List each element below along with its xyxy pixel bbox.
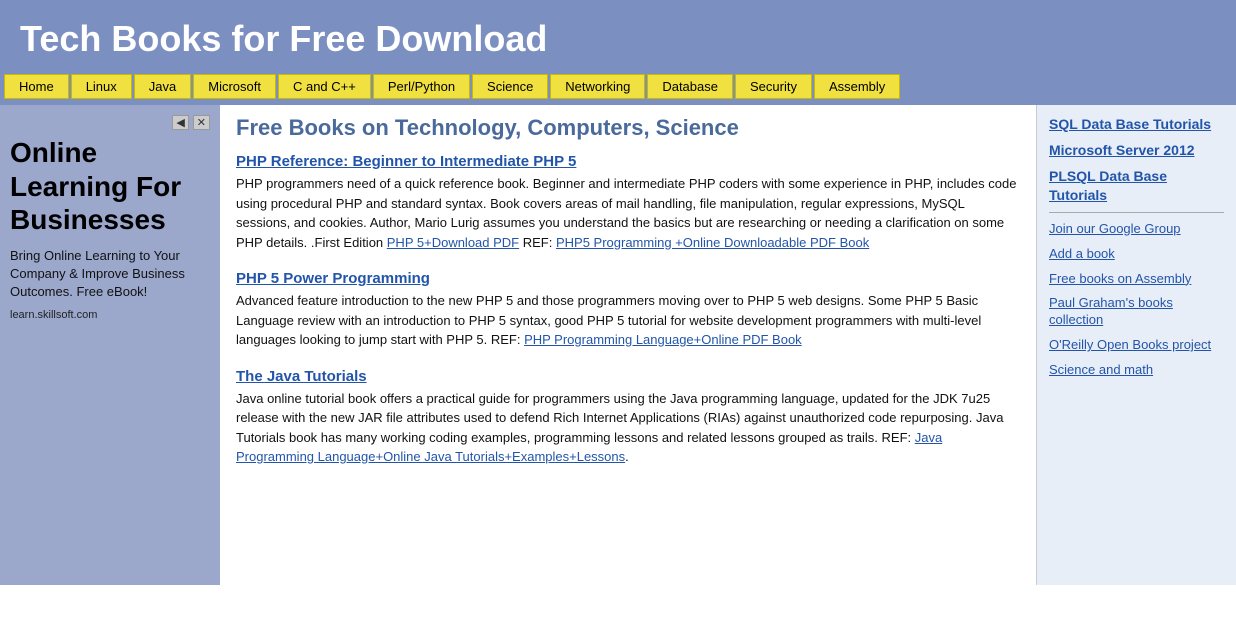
header: Tech Books for Free Download xyxy=(0,0,1236,74)
nav-item-perl-python[interactable]: Perl/Python xyxy=(373,74,470,99)
nav-item-security[interactable]: Security xyxy=(735,74,812,99)
right-sidebar-plain-link-1[interactable]: Add a book xyxy=(1049,246,1224,263)
ad-close-icon[interactable]: ✕ xyxy=(193,115,210,130)
book-link-0-1[interactable]: PHP5 Programming +Online Downloadable PD… xyxy=(556,235,869,250)
ad-prev-icon[interactable]: ◀ xyxy=(172,115,188,130)
book-title-link-1[interactable]: PHP 5 Power Programming xyxy=(236,270,430,287)
book-link-0-0[interactable]: PHP 5+Download PDF xyxy=(387,235,519,250)
sidebar-divider xyxy=(1049,212,1224,213)
book-link-1-0[interactable]: PHP Programming Language+Online PDF Book xyxy=(524,332,802,347)
book-description-2: Java online tutorial book offers a pract… xyxy=(236,389,1020,467)
ad-footer: learn.skillsoft.com xyxy=(10,309,210,321)
book-entry-2: The Java Tutorials Java online tutorial b… xyxy=(236,368,1020,467)
site-title: Tech Books for Free Download xyxy=(20,18,1216,60)
right-sidebar-plain-link-3[interactable]: Paul Graham's books collection xyxy=(1049,295,1224,329)
right-sidebar-plain-link-0[interactable]: Join our Google Group xyxy=(1049,221,1224,238)
book-entry-1: PHP 5 Power Programming Advanced feature … xyxy=(236,270,1020,350)
content-wrapper: ◀ ✕ Online Learning For Businesses Bring… xyxy=(0,105,1236,585)
navigation: HomeLinuxJavaMicrosoftC and C++Perl/Pyth… xyxy=(0,74,1236,105)
right-sidebar-bold-link-1[interactable]: Microsoft Server 2012 xyxy=(1049,141,1224,159)
book-link-2-0[interactable]: Java Programming Language+Online Java Tu… xyxy=(236,430,942,465)
books-list: PHP Reference: Beginner to Intermediate … xyxy=(236,153,1020,467)
right-sidebar-plain-link-5[interactable]: Science and math xyxy=(1049,362,1224,379)
right-sidebar-bold-link-0[interactable]: SQL Data Base Tutorials xyxy=(1049,115,1224,133)
main-content: Free Books on Technology, Computers, Sci… xyxy=(220,105,1036,585)
nav-item-networking[interactable]: Networking xyxy=(550,74,645,99)
book-description-1: Advanced feature introduction to the new… xyxy=(236,291,1020,350)
nav-item-home[interactable]: Home xyxy=(4,74,69,99)
book-description-0: PHP programmers need of a quick referenc… xyxy=(236,174,1020,252)
book-title-link-0[interactable]: PHP Reference: Beginner to Intermediate … xyxy=(236,153,576,170)
right-sidebar-plain-link-4[interactable]: O'Reilly Open Books project xyxy=(1049,337,1224,354)
right-sidebar: SQL Data Base Tutorials Microsoft Server … xyxy=(1036,105,1236,585)
nav-item-java[interactable]: Java xyxy=(134,74,191,99)
sidebar-ad: ◀ ✕ Online Learning For Businesses Bring… xyxy=(0,105,220,585)
book-title-link-2[interactable]: The Java Tutorials xyxy=(236,368,367,385)
nav-item-c-and-c--[interactable]: C and C++ xyxy=(278,74,371,99)
nav-item-science[interactable]: Science xyxy=(472,74,548,99)
nav-item-assembly[interactable]: Assembly xyxy=(814,74,900,99)
nav-item-microsoft[interactable]: Microsoft xyxy=(193,74,276,99)
right-sidebar-plain-links: Join our Google Group Add a book Free book… xyxy=(1049,221,1224,379)
main-heading: Free Books on Technology, Computers, Sci… xyxy=(236,115,1020,141)
nav-item-linux[interactable]: Linux xyxy=(71,74,132,99)
nav-item-database[interactable]: Database xyxy=(647,74,733,99)
right-sidebar-bold-link-2[interactable]: PLSQL Data Base Tutorials xyxy=(1049,167,1224,203)
right-sidebar-bold-links: SQL Data Base Tutorials Microsoft Server … xyxy=(1049,115,1224,204)
ad-controls: ◀ ✕ xyxy=(10,115,210,130)
book-entry-0: PHP Reference: Beginner to Intermediate … xyxy=(236,153,1020,252)
ad-sub-text: Bring Online Learning to Your Company & … xyxy=(10,247,210,302)
ad-main-text: Online Learning For Businesses xyxy=(10,136,210,237)
right-sidebar-plain-link-2[interactable]: Free books on Assembly xyxy=(1049,271,1224,288)
